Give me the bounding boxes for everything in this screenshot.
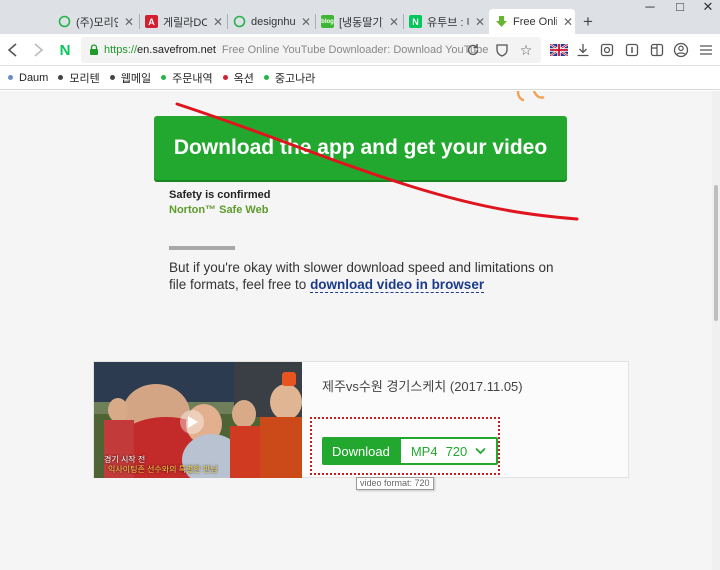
uk-flag-icon[interactable]: [549, 40, 569, 60]
gallery-icon: A: [145, 15, 158, 28]
menu-icon[interactable]: [696, 40, 716, 60]
scrollbar-track[interactable]: [712, 91, 720, 570]
url-page-title: Free Online YouTube Downloader: Download…: [221, 44, 489, 56]
close-tab-icon[interactable]: ✕: [473, 15, 487, 29]
tab-naver[interactable]: N 유투브 : 네 ✕: [405, 9, 487, 34]
profile-icon[interactable]: [671, 40, 691, 60]
logo-fragment-icon: [516, 91, 545, 102]
tab-title: 유투브 : 네: [427, 16, 469, 29]
bookmark-label: 옥션: [233, 72, 254, 85]
bookmark-joonggonara[interactable]: 중고나라: [263, 70, 316, 86]
bookmark-dot-icon: [109, 75, 115, 80]
maximize-button[interactable]: □: [670, 0, 690, 14]
bookmark-dot-icon: [222, 75, 228, 80]
thumbnail-caption-2: 익사이팅존 선수와의 특별한 만남: [108, 465, 218, 474]
tab-strip: (주)모리안 ✕ A 게릴라DC| ✕ designhug ✕ blog [냉동…: [0, 0, 720, 34]
bookmark-label: 모리텐: [69, 72, 100, 85]
download-app-button[interactable]: Download the app and get your video: [154, 116, 567, 180]
url-scheme: https://: [104, 44, 138, 56]
bookmark-label: 중고나라: [274, 72, 316, 85]
bookmarks-bar: Daum 모리텐 웹메일 주문내역 옥션 중고나라: [0, 66, 720, 90]
close-tab-icon[interactable]: ✕: [122, 15, 136, 29]
bookmark-dot-icon: [161, 75, 167, 80]
reader-icon[interactable]: [622, 40, 642, 60]
tab-title: designhug: [251, 15, 295, 28]
close-window-button[interactable]: ✕: [698, 0, 718, 14]
page-content: Download the app and get your video Safe…: [0, 91, 712, 570]
video-title: 제주vs수원 경기스케치 (2017.11.05): [322, 379, 523, 394]
download-arrow-icon: [495, 15, 508, 28]
bookmark-label: Daum: [19, 71, 49, 84]
forward-icon[interactable]: [28, 40, 48, 60]
video-thumbnail[interactable]: 경기 시작 전 익사이팅존 선수와의 특별한 만남: [94, 362, 302, 478]
shield-icon[interactable]: [492, 40, 512, 60]
lock-icon: [89, 44, 99, 56]
close-tab-icon[interactable]: ✕: [387, 15, 401, 29]
scrollbar-thumb[interactable]: [714, 185, 718, 321]
bookmark-daum[interactable]: Daum: [8, 72, 48, 84]
close-tab-icon[interactable]: ✕: [299, 15, 313, 29]
bookmark-dot-icon: [263, 75, 269, 80]
tab-title: [냉동딸기]: [339, 16, 383, 29]
naver-home-icon[interactable]: N: [55, 40, 75, 60]
tab-blog[interactable]: blog [냉동딸기] ✕: [317, 9, 401, 34]
url-host: en.savefrom.net: [137, 44, 216, 56]
tab-designhug[interactable]: designhug ✕: [229, 9, 313, 34]
slow-download-text: But if you're okay with slower download …: [169, 260, 554, 293]
naver-icon: N: [409, 15, 422, 28]
reload-icon[interactable]: [463, 40, 483, 60]
bookmark-label: 주문내역: [172, 72, 213, 85]
close-tab-icon[interactable]: ✕: [561, 15, 575, 29]
download-icon[interactable]: [573, 40, 593, 60]
ring-icon: [233, 15, 246, 28]
bookmark-dot-icon: [58, 75, 64, 80]
bookmark-moriten[interactable]: 모리텐: [58, 70, 100, 86]
bookmark-orders[interactable]: 주문내역: [161, 70, 213, 86]
tab-dc[interactable]: A 게릴라DC| ✕: [141, 9, 225, 34]
bookmark-star-icon[interactable]: ☆: [516, 40, 536, 60]
back-icon[interactable]: [3, 40, 23, 60]
ring-icon: [58, 15, 71, 28]
norton-label: Norton™ Safe Web: [169, 204, 269, 216]
highlight-annotation: [310, 417, 500, 475]
capture-icon[interactable]: [597, 40, 617, 60]
new-tab-button[interactable]: +: [578, 12, 598, 32]
divider: [169, 246, 235, 250]
tab-title: Free Onlin: [513, 15, 557, 28]
sidebar-icon[interactable]: [647, 40, 667, 60]
format-tooltip: video format: 720: [356, 477, 434, 490]
bookmark-dot-icon: [8, 75, 13, 80]
safety-label: Safety is confirmed: [169, 189, 271, 201]
navigation-bar: N https:// en.savefrom.net Free Online Y…: [0, 34, 720, 66]
minimize-button[interactable]: ─: [640, 0, 660, 14]
tab-morian[interactable]: (주)모리안 ✕: [54, 9, 136, 34]
download-in-browser-link[interactable]: download video in browser: [310, 277, 485, 293]
bookmark-webmail[interactable]: 웹메일: [109, 70, 152, 86]
tab-title: (주)모리안: [76, 16, 118, 29]
tab-title: 게릴라DC|: [163, 16, 207, 29]
tab-savefrom[interactable]: Free Onlin ✕: [489, 9, 575, 34]
bookmark-auction[interactable]: 옥션: [222, 70, 254, 86]
blog-icon: blog: [321, 15, 334, 28]
close-tab-icon[interactable]: ✕: [211, 15, 225, 29]
bookmark-label: 웹메일: [120, 72, 152, 85]
